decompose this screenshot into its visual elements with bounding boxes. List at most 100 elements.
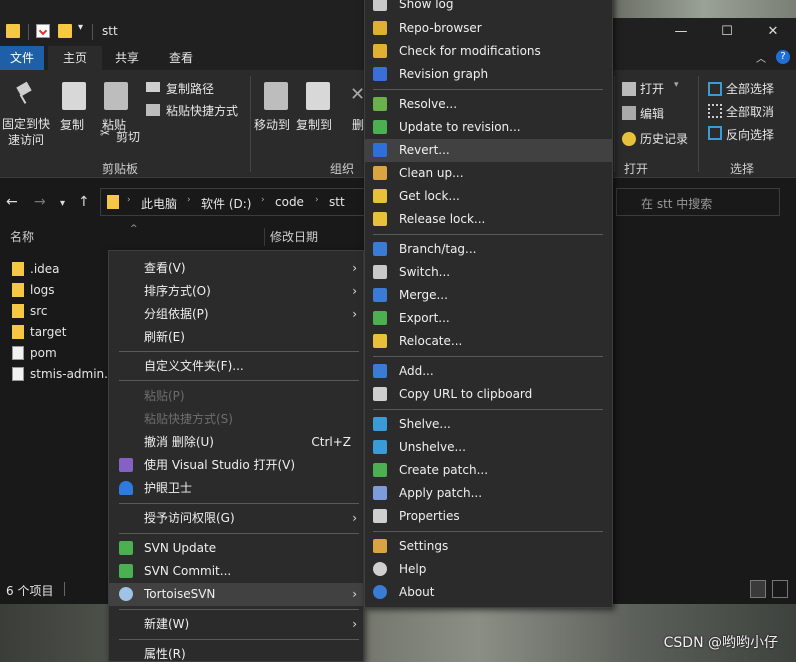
- breadcrumb-stt[interactable]: stt: [329, 195, 345, 209]
- menu-item-apply-patch[interactable]: Apply patch...: [365, 482, 612, 505]
- menu-item-merge[interactable]: Merge...: [365, 284, 612, 307]
- up-arrow-icon[interactable]: ↑: [78, 194, 90, 210]
- menu-label: About: [399, 585, 435, 599]
- menu-item-sort[interactable]: 排序方式(O) ›: [109, 280, 363, 303]
- list-item[interactable]: target: [12, 321, 67, 342]
- clipboard-group-label: 剪贴板: [102, 162, 139, 176]
- menu-item-clean-up[interactable]: Clean up...: [365, 162, 612, 185]
- select-all-button[interactable]: 全部选择: [726, 80, 774, 97]
- menu-item-create-patch[interactable]: Create patch...: [365, 459, 612, 482]
- add-icon: [373, 364, 387, 378]
- menu-item-group[interactable]: 分组依据(P) ›: [109, 303, 363, 326]
- column-header-name[interactable]: 名称: [10, 228, 34, 245]
- menu-item-relocate[interactable]: Relocate...: [365, 330, 612, 353]
- column-header-modified[interactable]: 修改日期: [270, 228, 318, 245]
- menu-item-export[interactable]: Export...: [365, 307, 612, 330]
- list-item[interactable]: logs: [12, 279, 55, 300]
- menu-item-unshelve[interactable]: Unshelve...: [365, 436, 612, 459]
- forward-arrow-icon[interactable]: →: [34, 194, 46, 210]
- properties-quick-icon[interactable]: [36, 24, 50, 38]
- folder-icon: [12, 282, 24, 297]
- edit-button[interactable]: 编辑: [640, 105, 664, 122]
- chevron-right-icon: ›: [187, 195, 191, 205]
- list-item[interactable]: pom: [12, 342, 57, 363]
- quick-access-dropdown-icon[interactable]: ▾: [78, 22, 83, 33]
- menu-label: Check for modifications: [399, 44, 541, 58]
- column-divider[interactable]: [264, 228, 265, 246]
- check-modifications-icon: [373, 44, 387, 58]
- close-button[interactable]: ✕: [750, 18, 796, 46]
- delete-button[interactable]: 删: [352, 116, 364, 133]
- open-button[interactable]: 打开: [640, 80, 664, 97]
- recent-locations-icon[interactable]: ▾: [60, 198, 65, 209]
- list-item[interactable]: .idea: [12, 258, 60, 279]
- list-item[interactable]: stmis-admin.i: [12, 363, 111, 384]
- menu-separator: [373, 531, 603, 532]
- breadcrumb-drive[interactable]: 软件 (D:): [201, 195, 251, 212]
- menu-item-repo-browser[interactable]: Repo-browser: [365, 17, 612, 40]
- paste-shortcut-button[interactable]: 粘贴快捷方式: [166, 102, 238, 119]
- menu-item-tortoisesvn[interactable]: TortoiseSVN ›: [109, 583, 363, 606]
- menu-item-settings[interactable]: Settings: [365, 535, 612, 558]
- copy-path-button[interactable]: 复制路径: [166, 80, 214, 97]
- collapse-ribbon-icon[interactable]: ︿: [756, 50, 766, 65]
- menu-item-add[interactable]: Add...: [365, 360, 612, 383]
- menu-item-about[interactable]: About: [365, 581, 612, 604]
- menu-item-new[interactable]: 新建(W) ›: [109, 613, 363, 636]
- copy-to-button[interactable]: 复制到: [296, 116, 332, 133]
- menu-item-copy-url[interactable]: Copy URL to clipboard: [365, 383, 612, 406]
- back-arrow-icon[interactable]: ←: [6, 194, 18, 210]
- menu-item-help[interactable]: Help: [365, 558, 612, 581]
- divider: [92, 24, 93, 40]
- menu-item-revert[interactable]: Revert...: [365, 139, 612, 162]
- menu-item-release-lock[interactable]: Release lock...: [365, 208, 612, 231]
- menu-item-resolve[interactable]: Resolve...: [365, 93, 612, 116]
- pin-quick-access-button[interactable]: 固定到快 速访问: [2, 116, 50, 148]
- new-folder-quick-icon[interactable]: [58, 24, 72, 38]
- menu-item-grant-access[interactable]: 授予访问权限(G) ›: [109, 507, 363, 530]
- menu-item-properties[interactable]: Properties: [365, 505, 612, 528]
- tab-share[interactable]: 共享: [104, 46, 150, 70]
- tab-home[interactable]: 主页: [48, 46, 102, 70]
- breadcrumb-code[interactable]: code: [275, 195, 304, 209]
- sort-ascending-icon: ^: [130, 224, 138, 234]
- maximize-button[interactable]: ☐: [704, 18, 750, 46]
- menu-item-revision-graph[interactable]: Revision graph: [365, 63, 612, 86]
- menu-item-open-visual-studio[interactable]: 使用 Visual Studio 打开(V): [109, 454, 363, 477]
- menu-item-update-to-revision[interactable]: Update to revision...: [365, 116, 612, 139]
- invert-selection-button[interactable]: 反向选择: [726, 126, 774, 143]
- tab-view[interactable]: 查看: [156, 46, 206, 70]
- menu-item-refresh[interactable]: 刷新(E): [109, 326, 363, 349]
- unlock-icon: [373, 212, 387, 226]
- move-to-button[interactable]: 移动到: [254, 116, 290, 133]
- large-icons-view-icon[interactable]: [772, 580, 788, 598]
- menu-item-svn-commit[interactable]: SVN Commit...: [109, 560, 363, 583]
- copy-button[interactable]: 复制: [60, 116, 84, 133]
- help-icon[interactable]: ?: [776, 50, 790, 64]
- list-item[interactable]: src: [12, 300, 48, 321]
- menu-item-undo-delete[interactable]: 撤消 删除(U) Ctrl+Z: [109, 431, 363, 454]
- menu-label: Get lock...: [399, 189, 460, 203]
- menu-item-get-lock[interactable]: Get lock...: [365, 185, 612, 208]
- tab-file[interactable]: 文件: [0, 46, 44, 70]
- search-placeholder: 在 stt 中搜索: [641, 197, 713, 211]
- search-input[interactable]: 在 stt 中搜索: [616, 188, 780, 216]
- minimize-button[interactable]: —: [658, 18, 704, 46]
- history-button[interactable]: 历史记录: [640, 130, 688, 147]
- menu-item-properties[interactable]: 属性(R): [109, 643, 363, 662]
- menu-item-shelve[interactable]: Shelve...: [365, 413, 612, 436]
- select-none-button[interactable]: 全部取消: [726, 103, 774, 120]
- breadcrumb-this-pc[interactable]: 此电脑: [141, 195, 177, 212]
- menu-item-branch-tag[interactable]: Branch/tag...: [365, 238, 612, 261]
- menu-item-eye-guard[interactable]: 护眼卫士: [109, 477, 363, 500]
- cut-button[interactable]: 剪切: [116, 128, 140, 145]
- menu-item-check-modifications[interactable]: Check for modifications: [365, 40, 612, 63]
- menu-item-customize[interactable]: 自定义文件夹(F)...: [109, 355, 363, 378]
- menu-item-show-log[interactable]: Show log: [365, 0, 612, 16]
- menu-item-switch[interactable]: Switch...: [365, 261, 612, 284]
- chevron-down-icon[interactable]: ▾: [674, 80, 679, 90]
- details-view-icon[interactable]: [750, 580, 766, 598]
- menu-item-view[interactable]: 查看(V) ›: [109, 257, 363, 280]
- menu-label: Revert...: [399, 143, 450, 157]
- menu-item-svn-update[interactable]: SVN Update: [109, 537, 363, 560]
